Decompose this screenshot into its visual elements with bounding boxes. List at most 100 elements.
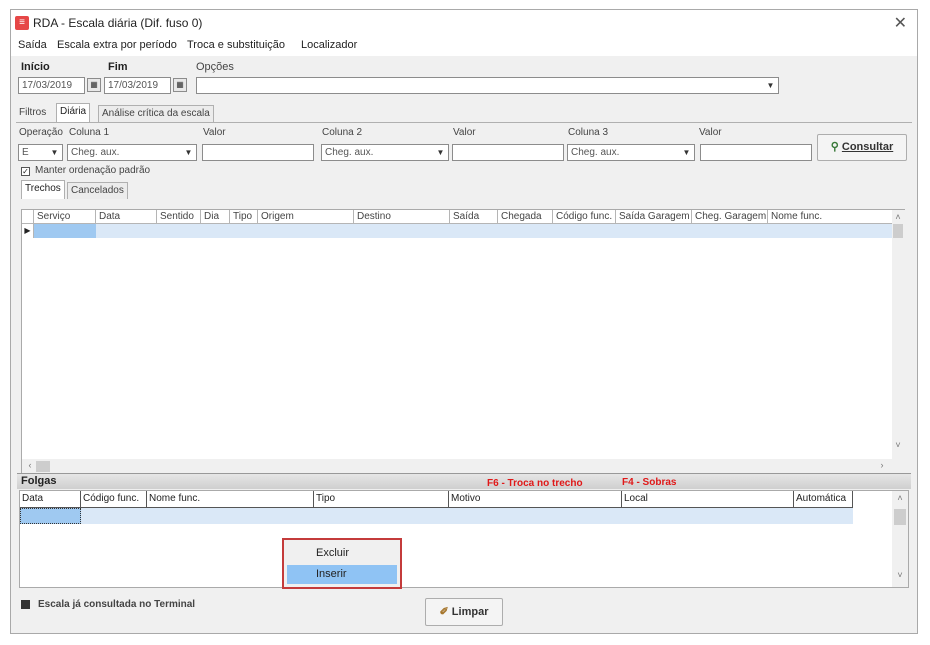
trechos-grid[interactable]: Serviço Data Sentido Dia Tipo Origem Des… xyxy=(21,209,905,475)
chevron-down-icon: ▼ xyxy=(48,146,61,159)
calendar-icon[interactable]: ▦ xyxy=(173,78,187,92)
valor2-label: Valor xyxy=(453,127,476,138)
consultar-label: Consultar xyxy=(841,141,894,153)
row-pointer-icon: ▶ xyxy=(22,224,34,238)
operacao-label: Operação xyxy=(19,127,63,138)
coluna3-combo[interactable]: Cheg. aux. ▼ xyxy=(567,144,695,161)
opcoes-combo[interactable]: ▼ xyxy=(196,77,779,94)
valor3-input[interactable] xyxy=(700,144,812,161)
title-bar: ≡ RDA - Escala diária (Dif. fuso 0) ✕ xyxy=(11,10,917,36)
tab-cancelados[interactable]: Cancelados xyxy=(67,182,128,199)
fim-date-field[interactable]: 17/03/2019 xyxy=(104,77,171,94)
scroll-thumb[interactable] xyxy=(893,224,903,238)
chevron-up-icon[interactable]: ˄ xyxy=(894,493,906,503)
broom-icon: ✐ xyxy=(439,606,449,618)
selected-cell[interactable] xyxy=(34,224,96,238)
menu-localizador[interactable]: Localizador xyxy=(301,39,357,51)
window-title: RDA - Escala diária (Dif. fuso 0) xyxy=(33,16,203,30)
manter-ordenacao-label: Manter ordenação padrão xyxy=(35,165,151,176)
vertical-scrollbar[interactable]: ˄ ˅ xyxy=(892,210,905,474)
column-header[interactable]: Código func. xyxy=(81,491,147,508)
column-header[interactable]: Tipo xyxy=(230,210,258,224)
operacao-value: E xyxy=(22,147,29,158)
operacao-combo[interactable]: E ▼ xyxy=(18,144,63,161)
column-header[interactable]: Origem xyxy=(258,210,354,224)
chevron-down-icon[interactable]: ˅ xyxy=(892,440,904,450)
coluna3-label: Coluna 3 xyxy=(568,127,609,138)
limpar-label: Limpar xyxy=(451,606,489,618)
folgas-title: Folgas xyxy=(21,475,57,487)
valor3-label: Valor xyxy=(699,127,722,138)
column-header[interactable]: Chegada xyxy=(498,210,553,224)
chevron-down-icon: ▼ xyxy=(434,146,447,159)
context-menu-excluir[interactable]: Excluir xyxy=(287,544,397,563)
status-text: Escala já consultada no Terminal xyxy=(38,599,196,610)
calendar-icon[interactable]: ▦ xyxy=(87,78,101,92)
chevron-right-icon[interactable]: › xyxy=(876,460,888,470)
column-header[interactable]: Data xyxy=(20,491,81,508)
menu-bar: Saída Escala extra por período Troca e s… xyxy=(11,36,917,56)
column-header[interactable]: Motivo xyxy=(449,491,622,508)
coluna1-combo[interactable]: Cheg. aux. ▼ xyxy=(67,144,197,161)
main-tabs: Filtros Diária Análise crítica da escala xyxy=(16,103,916,123)
coluna2-combo[interactable]: Cheg. aux. ▼ xyxy=(321,144,449,161)
column-header[interactable]: Data xyxy=(96,210,157,224)
tab-filtros[interactable]: Filtros xyxy=(16,105,49,122)
column-header[interactable]: Saída Garagem xyxy=(616,210,692,224)
horizontal-scrollbar[interactable]: ‹ › xyxy=(22,459,892,474)
scroll-thumb[interactable] xyxy=(894,509,906,525)
table-row[interactable] xyxy=(81,508,853,524)
tab-analise-critica[interactable]: Análise crítica da escala xyxy=(98,105,214,122)
menu-saida[interactable]: Saída xyxy=(18,39,47,51)
search-icon: ⚲ xyxy=(830,141,839,153)
sub-tabs: Trechos Cancelados xyxy=(21,180,911,200)
column-header[interactable]: Código func. xyxy=(553,210,616,224)
context-menu-inserir[interactable]: Inserir xyxy=(287,565,397,584)
valor1-input[interactable] xyxy=(202,144,314,161)
status-indicator-icon xyxy=(21,600,30,609)
table-row[interactable] xyxy=(96,224,892,238)
selected-cell[interactable] xyxy=(20,508,81,524)
coluna2-value: Cheg. aux. xyxy=(325,147,374,158)
coluna1-label: Coluna 1 xyxy=(69,127,110,138)
column-header[interactable]: Sentido xyxy=(157,210,201,224)
main-window: ≡ RDA - Escala diária (Dif. fuso 0) ✕ Sa… xyxy=(10,9,918,634)
close-icon[interactable]: ✕ xyxy=(894,13,907,33)
column-header[interactable]: Nome func. xyxy=(768,210,892,224)
consultar-button[interactable]: ⚲ Consultar xyxy=(817,134,907,161)
column-header[interactable]: Serviço xyxy=(34,210,96,224)
column-header[interactable]: Nome func. xyxy=(147,491,314,508)
chevron-down-icon: ▼ xyxy=(764,79,777,92)
chevron-up-icon[interactable]: ˄ xyxy=(892,212,904,222)
valor2-input[interactable] xyxy=(452,144,564,161)
scroll-thumb[interactable] xyxy=(36,461,50,472)
tab-trechos[interactable]: Trechos xyxy=(21,180,65,199)
column-header[interactable]: Saída xyxy=(450,210,498,224)
coluna3-value: Cheg. aux. xyxy=(571,147,620,158)
valor1-label: Valor xyxy=(203,127,226,138)
column-header[interactable]: Cheg. Garagem xyxy=(692,210,768,224)
column-header[interactable]: Local xyxy=(622,491,794,508)
tab-diaria[interactable]: Diária xyxy=(56,103,91,122)
chevron-down-icon[interactable]: ˅ xyxy=(894,570,906,580)
tab-divider xyxy=(16,122,912,123)
fim-label: Fim xyxy=(108,61,128,73)
limpar-button[interactable]: ✐ Limpar xyxy=(425,598,503,626)
chevron-down-icon: ▼ xyxy=(182,146,195,159)
vertical-scrollbar[interactable]: ˄ ˅ xyxy=(892,491,908,587)
column-header[interactable]: Destino xyxy=(354,210,450,224)
manter-ordenacao-checkbox[interactable]: ✓ xyxy=(21,167,30,176)
row-indicator-header xyxy=(22,210,34,224)
hotkey-f6-label: F6 - Troca no trecho xyxy=(487,478,583,489)
chevron-down-icon: ▼ xyxy=(680,146,693,159)
column-header[interactable]: Tipo xyxy=(314,491,449,508)
inicio-date-field[interactable]: 17/03/2019 xyxy=(18,77,85,94)
menu-escala-extra[interactable]: Escala extra por período xyxy=(57,39,177,51)
column-header[interactable]: Dia xyxy=(201,210,230,224)
chevron-left-icon[interactable]: ‹ xyxy=(24,460,36,470)
opcoes-label: Opções xyxy=(196,61,234,73)
menu-troca-substituicao[interactable]: Troca e substituição xyxy=(187,39,285,51)
folgas-grid[interactable]: Data Código func. Nome func. Tipo Motivo… xyxy=(19,490,909,588)
column-header[interactable]: Automática xyxy=(794,491,853,508)
folgas-header-bar xyxy=(17,473,911,489)
